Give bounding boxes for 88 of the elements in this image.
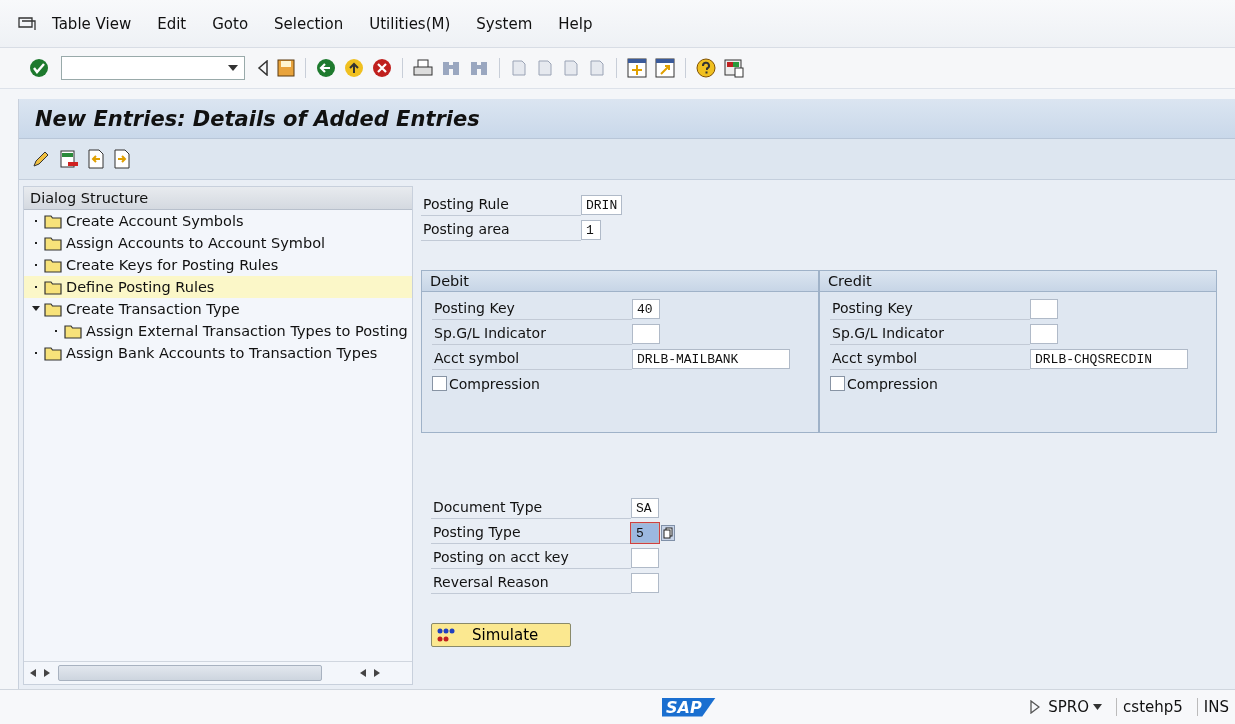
folder-icon (44, 345, 62, 361)
tree-item[interactable]: Assign Bank Accounts to Transaction Types (24, 342, 412, 364)
play-triangle-icon[interactable] (1030, 700, 1041, 714)
tree-item[interactable]: Create Transaction Type (24, 298, 412, 320)
input-field[interactable]: DRIN (581, 194, 623, 215)
field-label: Posting on acct key (431, 546, 631, 569)
cancel-icon[interactable] (372, 58, 392, 78)
field-label: Reversal Reason (431, 571, 631, 594)
folder-icon (44, 213, 62, 229)
input-field[interactable] (1030, 323, 1058, 344)
value-help-icon[interactable] (661, 524, 675, 541)
input-field[interactable]: DRLB-CHQSRECDIN (1030, 348, 1188, 369)
scroll-right-icon[interactable] (374, 669, 380, 677)
expand-triangle-icon[interactable] (32, 306, 40, 312)
collapse-triangle-icon[interactable] (257, 60, 269, 76)
system-name: cstehp5 (1116, 698, 1189, 716)
tree-item[interactable]: Define Posting Rules (24, 276, 412, 298)
print-icon[interactable] (413, 59, 433, 77)
tree-item[interactable]: Create Account Symbols (24, 210, 412, 232)
input-field[interactable] (631, 572, 659, 593)
scrollbar-thumb[interactable] (58, 665, 322, 681)
tree-item[interactable]: Assign External Transaction Types to Posting (24, 320, 412, 342)
bullet-icon (52, 328, 60, 334)
back-icon[interactable] (316, 58, 336, 78)
new-window-icon[interactable] (627, 58, 647, 78)
field-label: Sp.G/L Indicator (830, 322, 1030, 345)
bullet-icon (32, 350, 40, 356)
input-field[interactable]: 40 (632, 298, 660, 319)
scroll-left-icon[interactable] (360, 669, 366, 677)
scroll-right-icon[interactable] (44, 669, 50, 677)
scroll-left-icon[interactable] (30, 669, 36, 677)
menu-item[interactable]: Utilities(M) (369, 14, 451, 33)
menu-item[interactable]: Selection (274, 14, 344, 33)
previous-entry-icon[interactable] (87, 149, 105, 169)
input-field[interactable] (632, 323, 660, 344)
menu-icon[interactable] (18, 16, 36, 31)
input-field[interactable]: 1 (581, 219, 601, 240)
checkbox-label: Compression (449, 375, 540, 392)
checkmark-icon[interactable] (29, 58, 49, 78)
insert-mode: INS (1196, 698, 1235, 716)
menu-item[interactable]: System (476, 14, 533, 33)
menu-item[interactable]: Edit (157, 14, 187, 33)
input-field[interactable] (1030, 298, 1058, 319)
layout-menu-icon[interactable] (724, 58, 744, 78)
field-label: Acct symbol (830, 347, 1030, 370)
field-label: Document Type (431, 496, 631, 519)
menu-item[interactable]: Help (558, 14, 593, 33)
checkbox-label: Compression (847, 375, 938, 392)
delete-row-icon[interactable] (59, 149, 79, 169)
bullet-icon (32, 284, 40, 290)
input-field[interactable] (631, 547, 659, 568)
bullet-icon (32, 218, 40, 224)
input-field[interactable]: DRLB-MAILBANK (632, 348, 790, 369)
panel-header: Dialog Structure (24, 187, 412, 210)
group-title: Debit (422, 271, 818, 292)
field-label: Posting Key (830, 297, 1030, 320)
menu-item[interactable]: Goto (212, 14, 249, 33)
transaction-dropdown[interactable]: SPRO (1048, 698, 1109, 716)
checkbox[interactable] (432, 376, 447, 391)
menu-item[interactable]: Table View (52, 14, 132, 33)
group-title: Credit (820, 271, 1216, 292)
bullet-icon (32, 240, 40, 246)
folder-icon (44, 301, 62, 317)
field-label: Acct symbol (432, 347, 632, 370)
input-field[interactable]: 5 (631, 522, 659, 543)
screen-title: New Entries: Details of Added Entries (35, 106, 480, 131)
folder-icon (44, 235, 62, 251)
tree-item[interactable]: Assign Accounts to Account Symbol (24, 232, 412, 254)
simulate-button[interactable]: Simulate (431, 623, 571, 647)
checkbox[interactable] (830, 376, 845, 391)
pencil-icon[interactable] (31, 149, 51, 169)
input-field[interactable]: SA (631, 497, 659, 518)
field-label: Sp.G/L Indicator (432, 322, 632, 345)
dropdown-caret-icon[interactable] (1093, 704, 1103, 710)
tree-item[interactable]: Create Keys for Posting Rules (24, 254, 412, 276)
shortcut-icon[interactable] (655, 58, 675, 78)
folder-icon (64, 323, 82, 339)
next-entry-icon[interactable] (113, 149, 131, 169)
bullet-icon (32, 262, 40, 268)
field-label: Posting Key (432, 297, 632, 320)
simulate-icon (436, 627, 456, 643)
folder-icon (44, 279, 62, 295)
folder-icon (44, 257, 62, 273)
help-icon[interactable] (696, 58, 716, 78)
logo: SAP (662, 697, 716, 717)
save-icon[interactable] (277, 59, 295, 77)
dropdown-caret-icon[interactable] (228, 65, 238, 71)
command-field[interactable] (61, 56, 245, 80)
